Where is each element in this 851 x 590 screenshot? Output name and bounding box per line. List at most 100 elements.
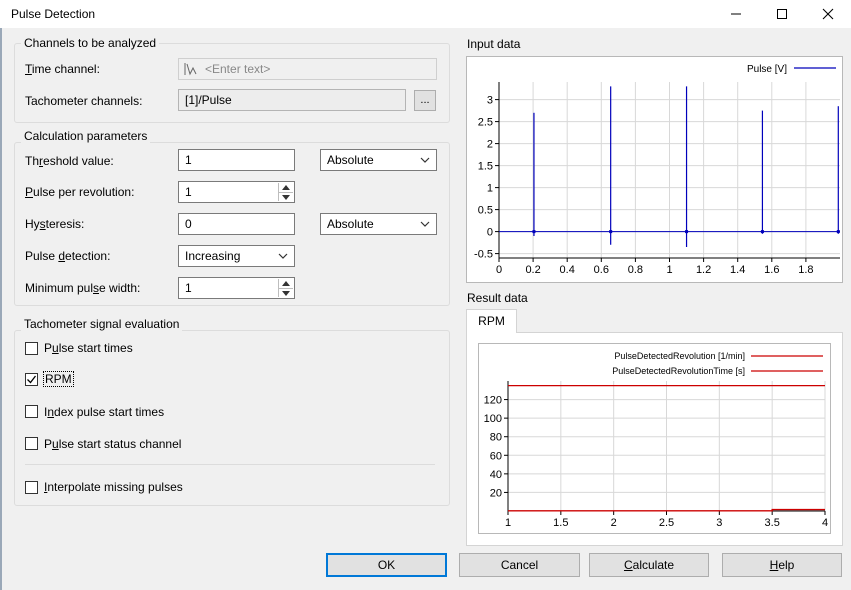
threshold-input[interactable]: 1	[178, 149, 295, 171]
input-y-tick-label: -0.5	[474, 249, 493, 261]
input-data-label: Input data	[467, 37, 521, 51]
window-title: Pulse Detection	[11, 7, 96, 21]
result-x-tick-label: 2	[611, 517, 617, 529]
input-y-tick-label: 0.5	[478, 205, 493, 217]
window-edge	[0, 28, 2, 590]
chevron-down-icon	[420, 221, 430, 227]
threshold-value: 1	[185, 153, 192, 167]
input-y-tick-label: 0	[487, 227, 493, 239]
time-channel-label: Time channel:	[25, 62, 100, 76]
result-x-tick-label: 3.5	[765, 517, 780, 529]
index-pulse-checkbox[interactable]	[25, 405, 38, 418]
result-y-tick-label: 80	[490, 432, 502, 444]
input-x-tick-label: 1.4	[730, 264, 745, 276]
result-x-tick-label: 4	[822, 517, 828, 529]
maximize-button[interactable]	[759, 0, 805, 28]
input-x-tick-label: 0.4	[560, 264, 575, 276]
result-data-label: Result data	[467, 291, 528, 305]
index-pulse-label[interactable]: Index pulse start times	[44, 405, 164, 419]
pulse-marker	[532, 230, 536, 234]
interpolate-checkbox[interactable]	[25, 481, 38, 494]
tab-rpm[interactable]: RPM	[466, 309, 517, 333]
min-pulse-width-spinner[interactable]	[278, 279, 293, 297]
rpm-checkbox[interactable]	[25, 373, 38, 386]
input-y-tick-label: 1	[487, 183, 493, 195]
tacho-channels-value: [1]/Pulse	[185, 93, 232, 107]
ppr-input[interactable]: 1	[178, 181, 295, 203]
checkmark-icon	[27, 375, 37, 384]
channels-group-title: Channels to be analyzed	[21, 36, 160, 50]
ppr-value: 1	[185, 185, 192, 199]
chevron-down-icon	[278, 253, 288, 259]
input-x-tick-label: 0	[496, 264, 502, 276]
hysteresis-mode-value: Absolute	[327, 217, 374, 231]
input-y-tick-label: 2.5	[478, 117, 493, 129]
minimize-icon	[731, 13, 741, 15]
channel-waveform-icon	[184, 63, 197, 76]
result-y-tick-label: 60	[490, 450, 502, 462]
result-y-tick-label: 40	[490, 469, 502, 481]
help-button[interactable]: Help	[722, 553, 842, 577]
result-data-chart[interactable]: 1 1.5 2 2.5 3 3.5 4 20 40 60 80 100 120 PulseDetected…	[478, 343, 831, 534]
result-data-plot: 1 1.5 2 2.5 3 3.5 4 20 40 60 80 100 120 PulseDetected…	[484, 351, 828, 529]
rpm-label[interactable]: RPM	[43, 371, 74, 387]
pulse-status-checkbox[interactable]	[25, 437, 38, 450]
browse-channels-button[interactable]: ...	[414, 90, 436, 111]
pulse-detection-label: Pulse detection:	[25, 249, 111, 263]
evaluation-separator	[25, 464, 435, 465]
tacho-channels-label: Tachometer channels:	[25, 94, 143, 108]
close-icon	[822, 8, 834, 20]
input-x-tick-label: 0.8	[628, 264, 643, 276]
input-y-tick-label: 2	[487, 139, 493, 151]
threshold-mode-select[interactable]: Absolute	[320, 149, 437, 171]
min-pulse-width-value: 1	[185, 281, 192, 295]
spin-down-icon[interactable]	[279, 288, 293, 297]
input-x-tick-label: 1.8	[798, 264, 813, 276]
time-channel-input[interactable]: <Enter text>	[178, 58, 437, 80]
input-legend-label: Pulse [V]	[747, 64, 787, 75]
hysteresis-mode-select[interactable]: Absolute	[320, 213, 437, 235]
channels-group	[14, 43, 450, 123]
min-pulse-width-input[interactable]: 1	[178, 277, 295, 299]
maximize-icon	[777, 9, 787, 19]
result-x-tick-label: 1	[505, 517, 511, 529]
input-x-tick-label: 1.2	[696, 264, 711, 276]
evaluation-group-title: Tachometer signal evaluation	[21, 317, 183, 331]
chevron-down-icon	[420, 157, 430, 163]
result-y-tick-label: 20	[490, 487, 502, 499]
pulse-marker	[836, 230, 840, 234]
hysteresis-value: 0	[185, 217, 192, 231]
input-x-tick-label: 1.6	[764, 264, 779, 276]
input-y-tick-label: 1.5	[478, 161, 493, 173]
ok-button[interactable]: OK	[326, 553, 447, 577]
time-channel-placeholder: <Enter text>	[205, 62, 271, 76]
result-x-tick-label: 2.5	[659, 517, 674, 529]
tacho-channels-input[interactable]: [1]/Pulse	[178, 89, 406, 111]
threshold-mode-value: Absolute	[327, 153, 374, 167]
ppr-spinner[interactable]	[278, 183, 293, 201]
spin-down-icon[interactable]	[279, 192, 293, 201]
interpolate-label[interactable]: Interpolate missing pulses	[44, 480, 183, 494]
pulse-start-times-checkbox[interactable]	[25, 342, 38, 355]
threshold-label: Threshold value:	[25, 154, 114, 168]
pulse-status-label[interactable]: Pulse start status channel	[44, 437, 181, 451]
input-x-tick-label: 0.2	[525, 264, 540, 276]
calculate-button[interactable]: Calculate	[589, 553, 709, 577]
input-x-tick-label: 0.6	[594, 264, 609, 276]
spin-up-icon[interactable]	[279, 279, 293, 288]
pulse-marker	[685, 230, 689, 234]
min-pulse-width-label: Minimum pulse width:	[25, 281, 141, 295]
close-button[interactable]	[805, 0, 851, 28]
minimize-button[interactable]	[713, 0, 759, 28]
input-data-chart[interactable]: 0 0.2 0.4 0.6 0.8 1 1.2 1.4 1.6 1.8 -0.5 0 0.5 1 1.5 2 2…	[466, 56, 843, 283]
pulse-detection-value: Increasing	[185, 249, 241, 263]
calc-params-group-title: Calculation parameters	[21, 129, 151, 143]
hysteresis-input[interactable]: 0	[178, 213, 295, 235]
input-data-plot: 0 0.2 0.4 0.6 0.8 1 1.2 1.4 1.6 1.8-0.500.511.522…	[474, 64, 840, 276]
pulse-detection-select[interactable]: Increasing	[178, 245, 295, 267]
result-x-tick-label: 3	[716, 517, 722, 529]
spin-up-icon[interactable]	[279, 183, 293, 192]
pulse-start-times-label[interactable]: Pulse start times	[44, 341, 133, 355]
cancel-button[interactable]: Cancel	[459, 553, 580, 577]
result-y-tick-label: 100	[484, 413, 502, 425]
